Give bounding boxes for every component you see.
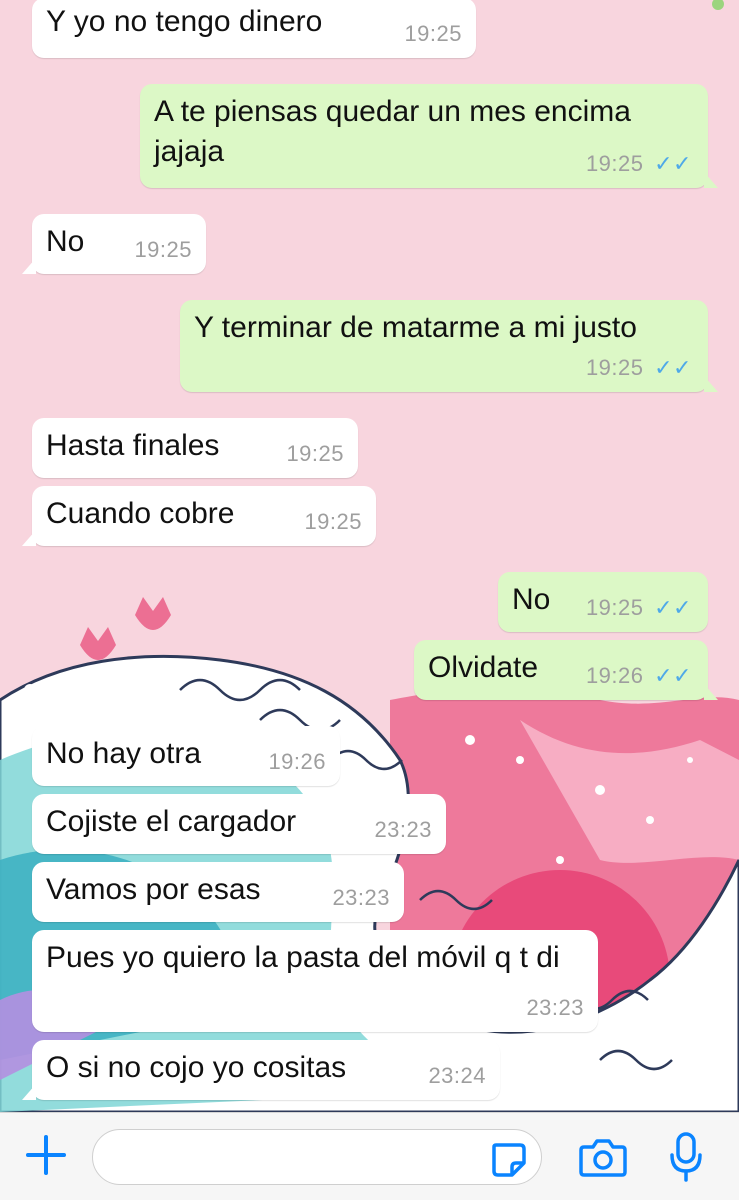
message-time: 19:25 — [585, 355, 644, 380]
message-meta: 19:25 ✓✓ — [586, 348, 692, 388]
message-time: 19:25 — [404, 21, 462, 46]
message-time: 19:26 — [268, 749, 326, 774]
microphone-icon[interactable] — [668, 1131, 704, 1183]
message-meta: 19:25 ✓✓ — [586, 588, 692, 628]
message-time: 19:26 — [585, 663, 644, 688]
message-outgoing[interactable]: Olvidate 19:26 ✓✓ — [414, 640, 718, 700]
message-text: O si no cojo yo cositas — [46, 1051, 347, 1084]
message-time: 19:25 — [286, 441, 344, 466]
message-outgoing[interactable]: Y terminar de matarme a mi justo 19:25 ✓… — [180, 300, 718, 392]
message-incoming[interactable]: No hay otra 19:26 — [32, 726, 340, 786]
message-input-bar — [0, 1112, 739, 1200]
message-incoming[interactable]: Pues yo quiero la pasta del móvil q t di… — [32, 930, 598, 1032]
chat-area[interactable]: Y yo no tengo dinero 19:25 A te piensas … — [0, 0, 739, 1112]
message-text: Y yo no tengo dinero — [46, 5, 323, 38]
message-text: Y terminar de matarme a mi justo — [194, 311, 637, 344]
message-time: 23:23 — [526, 995, 584, 1020]
read-receipt-icon: ✓✓ — [654, 151, 692, 176]
message-meta: 19:25 ✓✓ — [586, 144, 692, 184]
message-text: Pues yo quiero la pasta del móvil q t di — [46, 941, 560, 974]
message-incoming[interactable]: Cuando cobre 19:25 — [22, 486, 376, 546]
message-input[interactable] — [92, 1129, 542, 1185]
message-incoming[interactable]: Cojiste el cargador 23:23 — [32, 794, 446, 854]
message-outgoing[interactable]: A te piensas quedar un mes encima jajaja… — [140, 84, 718, 188]
message-time: 19:25 — [134, 237, 192, 262]
message-time: 19:25 — [304, 509, 362, 534]
sticker-icon[interactable] — [488, 1139, 528, 1179]
plus-icon[interactable] — [24, 1133, 68, 1177]
message-time: 19:25 — [585, 151, 644, 176]
read-receipt-icon: ✓✓ — [654, 595, 692, 620]
camera-icon[interactable] — [578, 1135, 628, 1179]
message-incoming[interactable]: Y yo no tengo dinero 19:25 — [32, 0, 476, 58]
message-incoming[interactable]: Hasta finales 19:25 — [32, 418, 358, 478]
message-meta: 19:26 ✓✓ — [586, 656, 692, 696]
message-incoming[interactable]: No 19:25 — [22, 214, 206, 274]
message-outgoing[interactable]: No 19:25 ✓✓ — [498, 572, 708, 632]
message-time: 19:25 — [585, 595, 644, 620]
message-incoming[interactable]: Vamos por esas 23:23 — [32, 862, 404, 922]
message-incoming[interactable]: O si no cojo yo cositas 23:24 — [22, 1040, 500, 1100]
message-time: 23:24 — [428, 1063, 486, 1088]
read-receipt-icon: ✓✓ — [654, 355, 692, 380]
message-time: 23:23 — [332, 885, 390, 910]
read-receipt-icon: ✓✓ — [654, 663, 692, 688]
message-time: 23:23 — [374, 817, 432, 842]
